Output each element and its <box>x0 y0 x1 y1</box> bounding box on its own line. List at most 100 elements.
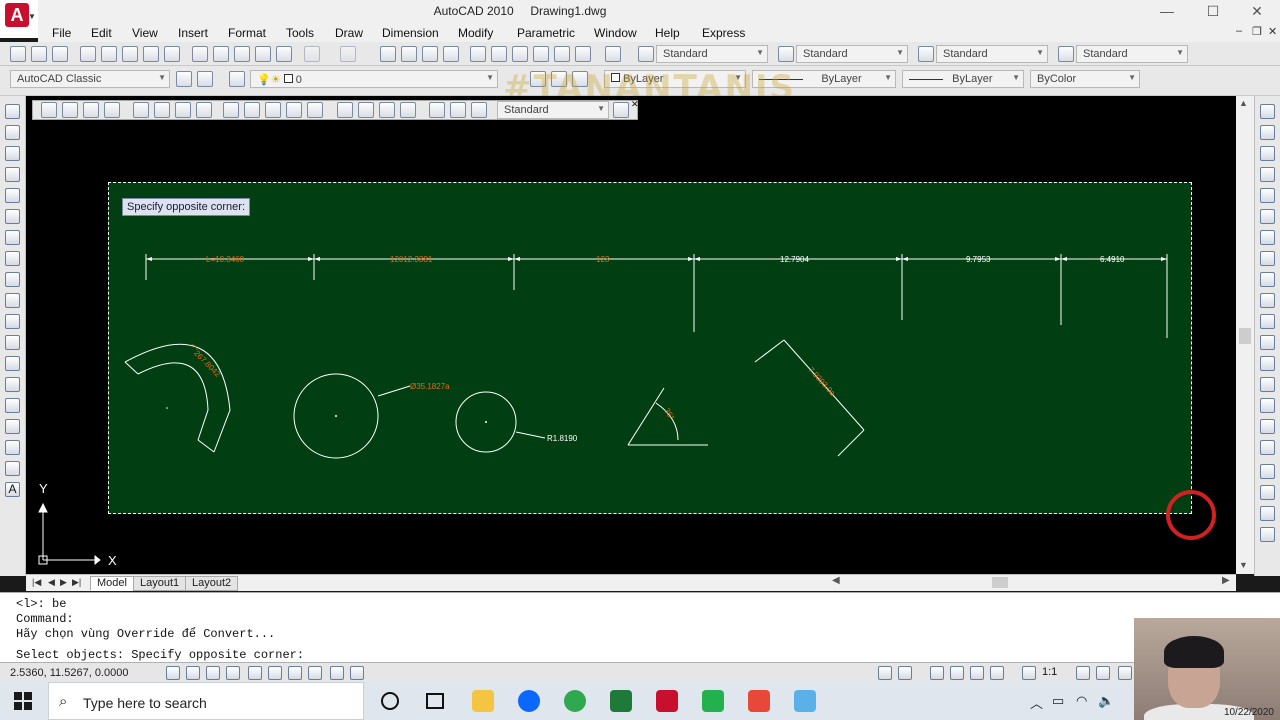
tray-expand-icon[interactable]: ︿ <box>1030 693 1043 712</box>
polar-tracking-icon[interactable] <box>248 666 262 680</box>
match-properties-icon[interactable] <box>255 46 271 62</box>
network-icon[interactable]: ▭ <box>1052 693 1064 709</box>
steering-wheel-icon[interactable] <box>970 666 984 680</box>
circle-icon[interactable] <box>5 230 20 245</box>
menu-insert[interactable]: Insert <box>178 26 208 40</box>
dim-text-edit-icon[interactable] <box>450 102 466 118</box>
dimension-style-icon[interactable] <box>613 102 629 118</box>
construction-line-icon[interactable] <box>5 125 20 140</box>
mdi-close-button[interactable]: ✕ <box>1268 25 1277 38</box>
mdi-minimize-button[interactable]: – <box>1236 25 1242 37</box>
draworder-back-icon[interactable] <box>1260 485 1275 500</box>
layer-state-icon[interactable] <box>229 71 245 87</box>
ellipse-arc-icon[interactable] <box>5 314 20 329</box>
insert-block-icon[interactable] <box>5 335 20 350</box>
extend-icon[interactable] <box>1260 314 1275 329</box>
horizontal-scrollbar[interactable]: ◀ ▶ <box>830 575 1230 589</box>
menu-parametric[interactable]: Parametric <box>517 26 575 40</box>
dim-break-icon[interactable] <box>307 102 323 118</box>
dim-edit-icon[interactable] <box>429 102 445 118</box>
excel-like-icon[interactable] <box>610 690 632 712</box>
dynamic-input-icon[interactable] <box>330 666 344 680</box>
revision-cloud-icon[interactable] <box>5 251 20 266</box>
zoom-status-icon[interactable] <box>950 666 964 680</box>
first-tab-icon[interactable]: |◀ <box>32 577 41 588</box>
3d-dwf-icon[interactable] <box>143 46 159 62</box>
line-icon[interactable] <box>5 104 20 119</box>
new-file-icon[interactable] <box>10 46 26 62</box>
table-icon[interactable] <box>5 461 20 476</box>
quick-dim-icon[interactable] <box>223 102 239 118</box>
fillet-icon[interactable] <box>1260 419 1275 434</box>
wifi-icon[interactable]: ◠ <box>1076 693 1087 709</box>
object-snap-icon[interactable] <box>268 666 282 680</box>
properties-icon[interactable] <box>470 46 486 62</box>
plot-icon[interactable] <box>80 46 96 62</box>
scale-icon[interactable] <box>1260 251 1275 266</box>
application-menu-button[interactable]: A ▼ <box>0 0 38 38</box>
menu-tools[interactable]: Tools <box>286 26 314 40</box>
dim-space-icon[interactable] <box>286 102 302 118</box>
rotate-icon[interactable] <box>1260 230 1275 245</box>
minimize-button[interactable]: — <box>1144 0 1190 24</box>
table-style-icon[interactable] <box>918 46 934 62</box>
join-icon[interactable] <box>1260 377 1275 392</box>
array-icon[interactable] <box>1260 188 1275 203</box>
coccoc-browser-icon[interactable] <box>564 690 586 712</box>
jogged-icon[interactable] <box>154 102 170 118</box>
sheet-set-icon[interactable] <box>533 46 549 62</box>
zalo-icon[interactable] <box>518 690 540 712</box>
vertical-scrollbar[interactable]: ▲ ▼ <box>1236 96 1254 574</box>
ordinate-icon[interactable] <box>104 102 120 118</box>
next-tab-icon[interactable]: ▶ <box>60 577 67 588</box>
menu-dimension[interactable]: Dimension <box>382 26 439 40</box>
app-blue-icon[interactable] <box>794 690 816 712</box>
grid-display-icon[interactable] <box>206 666 220 680</box>
auto-scale-icon[interactable] <box>1096 666 1110 680</box>
close-button[interactable]: ✕ <box>1234 0 1280 24</box>
tolerance-icon[interactable] <box>337 102 353 118</box>
workspace-settings-icon[interactable] <box>176 71 192 87</box>
showmotion-icon[interactable] <box>990 666 1004 680</box>
linear-dim-icon[interactable] <box>41 102 57 118</box>
rectangle-icon[interactable] <box>5 188 20 203</box>
chamfer-icon[interactable] <box>1260 398 1275 413</box>
tab-layout2[interactable]: Layout2 <box>185 576 239 591</box>
tab-layout1[interactable]: Layout1 <box>133 576 187 591</box>
arc-icon[interactable] <box>5 209 20 224</box>
command-window[interactable]: <l>: be Command: Hãy chọn vùng Override … <box>0 592 1280 662</box>
draworder-under-icon[interactable] <box>1260 527 1275 542</box>
draworder-front-icon[interactable] <box>1260 464 1275 479</box>
annotation-scale-icon[interactable] <box>1022 666 1036 680</box>
undo-icon[interactable] <box>304 46 320 62</box>
text-style-select[interactable]: Standard ▼ <box>656 45 768 63</box>
pan-icon[interactable] <box>380 46 396 62</box>
tool-palettes-icon[interactable] <box>512 46 528 62</box>
annotation-visibility-icon[interactable] <box>1076 666 1090 680</box>
layer-properties-icon[interactable] <box>197 71 213 87</box>
text-style-icon[interactable] <box>638 46 654 62</box>
publish-icon[interactable] <box>122 46 138 62</box>
menu-modify[interactable]: Modify <box>458 26 493 40</box>
make-block-icon[interactable] <box>5 356 20 371</box>
paste-icon[interactable] <box>234 46 250 62</box>
snap-mode-icon[interactable] <box>186 666 200 680</box>
radius-icon[interactable] <box>133 102 149 118</box>
annotation-scale-value[interactable]: 1:1 <box>1042 666 1057 678</box>
offset-icon[interactable] <box>1260 167 1275 182</box>
erase-icon[interactable] <box>1260 104 1275 119</box>
plotstyle-select[interactable]: ByColor ▼ <box>1030 70 1140 88</box>
camtasia-red-icon[interactable] <box>748 690 770 712</box>
tab-model[interactable]: Model <box>90 576 134 591</box>
trim-icon[interactable] <box>1260 293 1275 308</box>
workspace-switch-icon[interactable] <box>1118 666 1132 680</box>
explode-icon[interactable] <box>1260 440 1275 455</box>
model-space-icon[interactable] <box>878 666 892 680</box>
arc-length-icon[interactable] <box>83 102 99 118</box>
cut-icon[interactable] <box>192 46 208 62</box>
menu-help[interactable]: Help <box>655 26 680 40</box>
help-icon[interactable] <box>605 46 621 62</box>
scroll-up-icon[interactable]: ▲ <box>1239 98 1248 108</box>
prev-tab-icon[interactable]: ◀ <box>48 577 55 588</box>
save-icon[interactable] <box>52 46 68 62</box>
